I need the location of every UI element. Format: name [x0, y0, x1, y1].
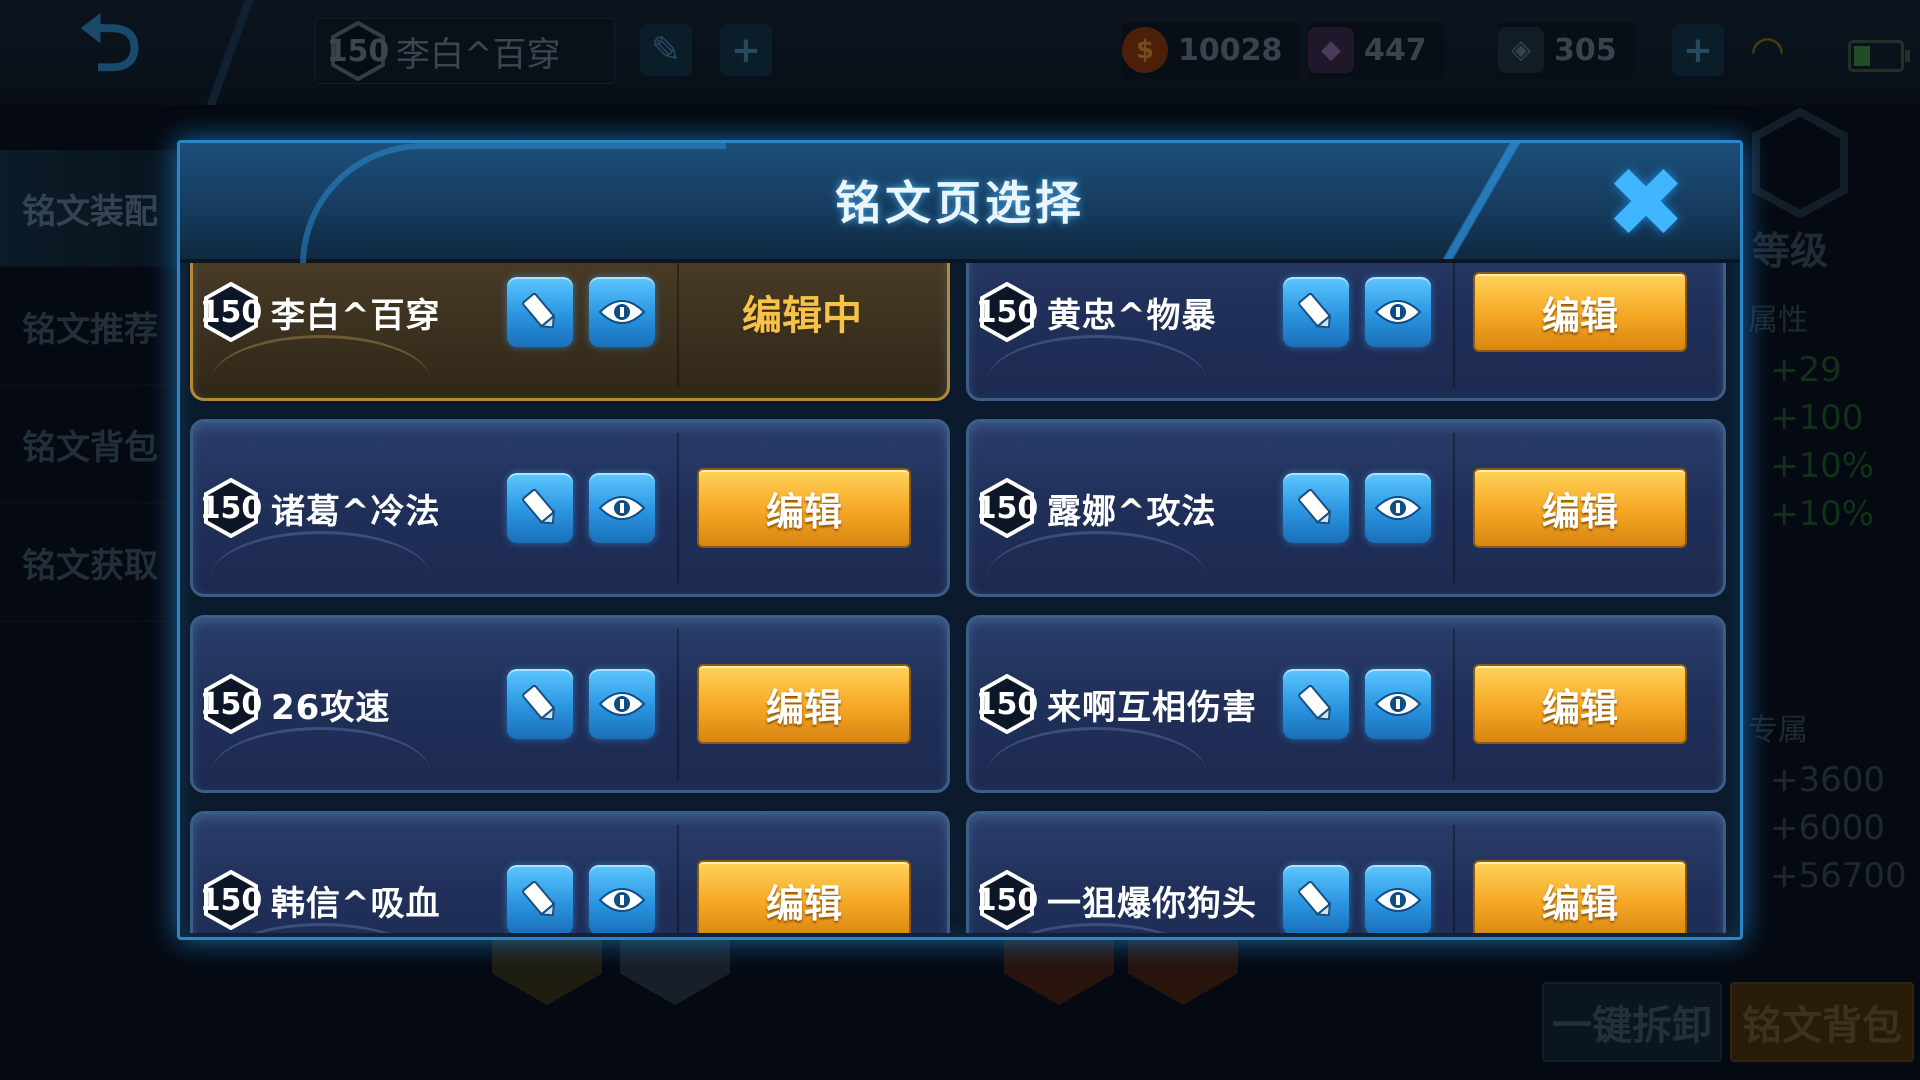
- modal-title: 铭文页选择: [835, 176, 1085, 230]
- divider: [677, 825, 679, 933]
- page-level: 150: [975, 294, 1039, 330]
- page-name: 26攻速: [271, 687, 391, 728]
- preview-eye-icon[interactable]: [589, 865, 655, 933]
- preview-eye-icon[interactable]: [589, 277, 655, 347]
- page-name: 露娜^攻法: [1047, 491, 1217, 532]
- page-name: 韩信^吸血: [271, 883, 441, 924]
- edit-button[interactable]: 编辑: [1473, 272, 1687, 352]
- rename-pencil-icon[interactable]: [1283, 669, 1349, 739]
- card-decoration: [987, 335, 1207, 398]
- page-name: 李白^百穿: [271, 295, 441, 336]
- level-hex-icon: 150: [200, 870, 262, 930]
- edit-button[interactable]: 编辑: [697, 468, 911, 548]
- page-card[interactable]: 150 来啊互相伤害 编辑: [966, 615, 1726, 793]
- level-hex-icon: 150: [976, 674, 1038, 734]
- page-level: 150: [975, 882, 1039, 918]
- page-card[interactable]: 150 露娜^攻法 编辑: [966, 419, 1726, 597]
- rename-pencil-icon[interactable]: [507, 865, 573, 933]
- card-decoration: [211, 727, 431, 790]
- editing-status-label: 编辑中: [742, 293, 862, 339]
- modal-header: 铭文页选择 ✖: [180, 143, 1740, 265]
- page-name: 诸葛^冷法: [271, 491, 441, 532]
- page-list: 150 李白^百穿 编辑中 150 黄忠^物暴 编辑 150 诸葛^冷法 编辑 150 露娜^攻法编…: [190, 263, 1732, 933]
- page-card[interactable]: 150 诸葛^冷法 编辑: [190, 419, 950, 597]
- edit-button[interactable]: 编辑: [697, 860, 911, 933]
- page-card[interactable]: 150 26攻速 编辑: [190, 615, 950, 793]
- level-hex-icon: 150: [976, 282, 1038, 342]
- card-decoration: [211, 531, 431, 594]
- level-hex-icon: 150: [976, 870, 1038, 930]
- rename-pencil-icon[interactable]: [507, 277, 573, 347]
- page-card[interactable]: 150 黄忠^物暴 编辑: [966, 263, 1726, 401]
- level-hex-icon: 150: [200, 282, 262, 342]
- level-hex-icon: 150: [976, 478, 1038, 538]
- preview-eye-icon[interactable]: [589, 669, 655, 739]
- edit-button[interactable]: 编辑: [697, 664, 911, 744]
- rename-pencil-icon[interactable]: [1283, 277, 1349, 347]
- divider: [1453, 629, 1455, 779]
- page-card[interactable]: 150 李白^百穿 编辑中: [190, 263, 950, 401]
- preview-eye-icon[interactable]: [1365, 277, 1431, 347]
- divider: [1453, 263, 1455, 387]
- page-card[interactable]: 150 韩信^吸血 编辑: [190, 811, 950, 933]
- level-hex-icon: 150: [200, 674, 262, 734]
- page-card[interactable]: 150 一狙爆你狗头 编辑: [966, 811, 1726, 933]
- edit-button[interactable]: 编辑: [1473, 664, 1687, 744]
- divider: [677, 629, 679, 779]
- preview-eye-icon[interactable]: [1365, 473, 1431, 543]
- divider: [1453, 433, 1455, 583]
- rename-pencil-icon[interactable]: [507, 669, 573, 739]
- page-select-modal: 铭文页选择 ✖ 150 李白^百穿 编辑中 150 黄忠^物暴 编辑 150 诸葛^冷法 编辑 1…: [177, 140, 1743, 940]
- card-decoration: [987, 531, 1207, 594]
- card-decoration: [987, 727, 1207, 790]
- card-decoration: [211, 335, 431, 398]
- edit-button[interactable]: 编辑: [1473, 860, 1687, 933]
- page-level: 150: [199, 882, 263, 918]
- page-level: 150: [199, 294, 263, 330]
- page-name: 来啊互相伤害: [1047, 687, 1257, 728]
- preview-eye-icon[interactable]: [1365, 865, 1431, 933]
- rename-pencil-icon[interactable]: [1283, 473, 1349, 543]
- preview-eye-icon[interactable]: [589, 473, 655, 543]
- close-icon[interactable]: ✖: [1604, 155, 1688, 251]
- page-name: 一狙爆你狗头: [1047, 883, 1257, 924]
- preview-eye-icon[interactable]: [1365, 669, 1431, 739]
- page-level: 150: [199, 490, 263, 526]
- page-name: 黄忠^物暴: [1047, 295, 1217, 336]
- edit-button[interactable]: 编辑: [1473, 468, 1687, 548]
- rename-pencil-icon[interactable]: [507, 473, 573, 543]
- page-level: 150: [199, 686, 263, 722]
- level-hex-icon: 150: [200, 478, 262, 538]
- page-level: 150: [975, 686, 1039, 722]
- divider: [677, 263, 679, 387]
- page-level: 150: [975, 490, 1039, 526]
- divider: [1453, 825, 1455, 933]
- divider: [677, 433, 679, 583]
- rename-pencil-icon[interactable]: [1283, 865, 1349, 933]
